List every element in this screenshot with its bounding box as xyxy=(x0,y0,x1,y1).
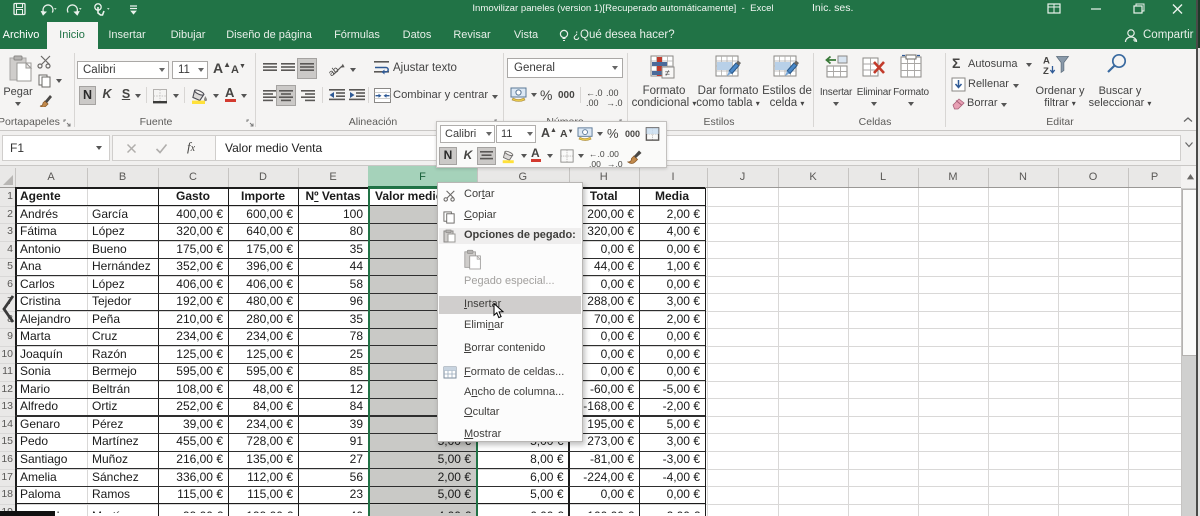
svg-text:A: A xyxy=(1043,56,1050,67)
svg-text:≠: ≠ xyxy=(665,68,670,78)
svg-text:ab: ab xyxy=(328,64,340,78)
svg-text:Z: Z xyxy=(1043,66,1049,75)
